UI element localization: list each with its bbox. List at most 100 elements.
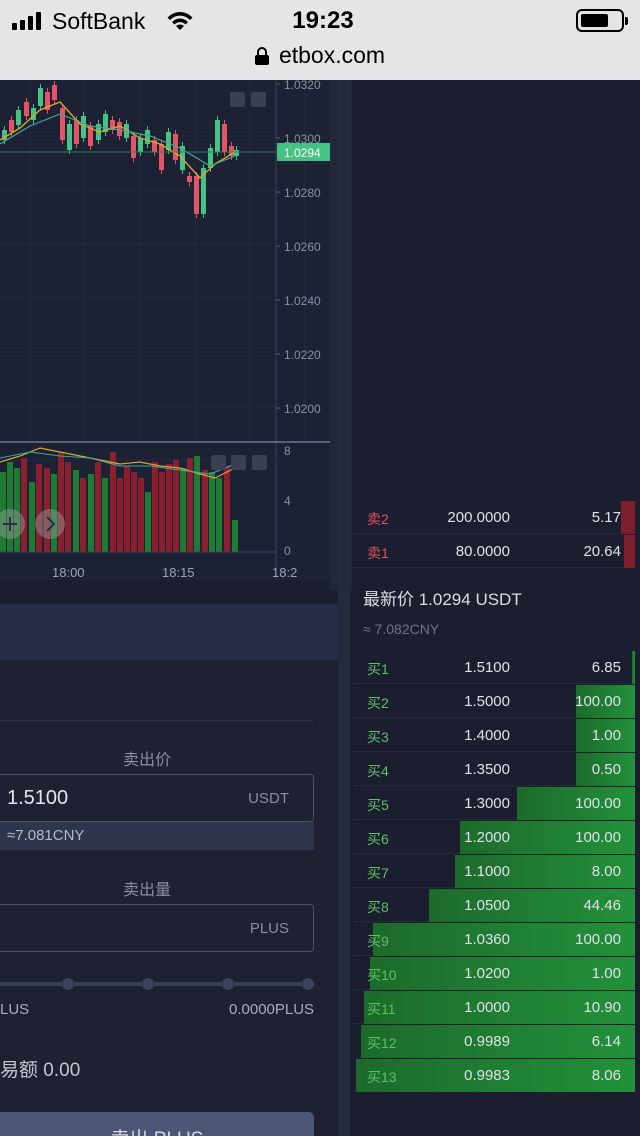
volume-bar bbox=[224, 466, 230, 552]
sell-amount-input[interactable]: PLUS bbox=[0, 904, 314, 952]
bid-amount: 100.00 bbox=[575, 829, 621, 846]
volume-bar bbox=[166, 464, 172, 552]
battery-icon bbox=[576, 9, 628, 32]
next-button bbox=[35, 509, 65, 539]
sell-price-label: 卖出价 bbox=[123, 752, 172, 769]
form-divider bbox=[0, 720, 314, 721]
volume-bar bbox=[80, 478, 86, 552]
volume-bar bbox=[102, 478, 108, 552]
candle-body bbox=[222, 124, 227, 152]
bid-row[interactable]: 买3 1.4000 1.00 bbox=[353, 719, 635, 752]
available-right: 0.0000PLUS bbox=[229, 1001, 315, 1018]
bid-price: 0.9989 bbox=[464, 1033, 510, 1050]
price-tick-label: 1.0280 bbox=[284, 186, 321, 200]
volume-bar bbox=[232, 520, 238, 552]
candle-body bbox=[187, 176, 192, 182]
ask-amount: 20.64 bbox=[583, 543, 621, 560]
amount-slider[interactable] bbox=[0, 982, 314, 986]
volume-bar bbox=[95, 462, 101, 552]
volume-bar bbox=[138, 478, 144, 552]
candle-body bbox=[131, 136, 136, 158]
bid-row[interactable]: 买1 1.5100 6.85 bbox=[353, 651, 635, 684]
bid-row[interactable]: 买6 1.2000 100.00 bbox=[353, 821, 635, 854]
price-tick-label: 1.0200 bbox=[284, 402, 321, 416]
trade-tab-bar[interactable] bbox=[0, 604, 338, 660]
bid-amount: 0.50 bbox=[591, 761, 621, 778]
candle-body bbox=[60, 108, 65, 140]
volume-bar bbox=[73, 470, 79, 552]
bid-price: 1.0000 bbox=[464, 999, 510, 1016]
bid-price: 1.3500 bbox=[464, 761, 510, 778]
candle-body bbox=[194, 176, 199, 214]
candle-body bbox=[74, 120, 79, 144]
bid-price: 1.4000 bbox=[464, 727, 510, 744]
sell-amount-label: 卖出量 bbox=[123, 882, 172, 899]
bid-row[interactable]: 买11 1.0000 10.90 bbox=[353, 991, 635, 1024]
slider-stop-25[interactable] bbox=[62, 978, 74, 990]
ask-row[interactable]: 卖2 200.0000 5.17 bbox=[353, 501, 635, 534]
bid-amount: 8.06 bbox=[591, 1067, 621, 1084]
price-tick-label: 1.0260 bbox=[284, 240, 321, 254]
volume-tick-label: 0 bbox=[284, 544, 291, 558]
amount-unit: PLUS bbox=[249, 920, 289, 937]
slider-stop-100[interactable] bbox=[302, 978, 314, 990]
bid-row[interactable]: 买12 0.9989 6.14 bbox=[353, 1025, 635, 1058]
kline-chart-panel[interactable]: 1.0320 1.0300 1.0280 1.0260 1.0240 1.0220 1.02… bbox=[0, 78, 330, 580]
volume-bar bbox=[159, 472, 165, 552]
url-text: etbox.com bbox=[278, 42, 386, 68]
indicator-tool-icon bbox=[211, 455, 226, 470]
kline-chart[interactable]: 1.03201.03001.02801.02601.02401.02201.02… bbox=[0, 78, 330, 580]
bid-price: 1.3000 bbox=[464, 795, 510, 812]
candle-body bbox=[16, 110, 21, 125]
bid-row[interactable]: 买9 1.0360 100.00 bbox=[353, 923, 635, 956]
volume-bar bbox=[180, 468, 186, 552]
bid-amount: 8.00 bbox=[591, 863, 621, 880]
ask-row[interactable]: 卖1 80.0000 20.64 bbox=[353, 535, 635, 568]
bid-price: 1.0360 bbox=[464, 931, 510, 948]
bid-price: 1.1000 bbox=[464, 863, 510, 880]
volume-bar bbox=[88, 474, 94, 552]
volume-bar bbox=[131, 472, 137, 552]
last-price: 最新价 1.0294 USDT bbox=[363, 590, 522, 609]
time-tick-label: 18:2 bbox=[272, 565, 297, 580]
candle-body bbox=[24, 102, 29, 116]
candle-body bbox=[117, 122, 122, 136]
bid-price: 1.2000 bbox=[464, 829, 510, 846]
candle-body bbox=[9, 120, 14, 132]
slider-stop-50[interactable] bbox=[142, 978, 154, 990]
bid-row[interactable]: 买10 1.0200 1.00 bbox=[353, 957, 635, 990]
bid-row[interactable]: 买2 1.5000 100.00 bbox=[353, 685, 635, 718]
bid-price: 1.5000 bbox=[464, 693, 510, 710]
bid-amount: 6.85 bbox=[591, 659, 621, 676]
bid-row[interactable]: 买13 0.9983 8.06 bbox=[353, 1059, 635, 1092]
bid-amount: 1.00 bbox=[591, 727, 621, 744]
bid-row[interactable]: 买5 1.3000 100.00 bbox=[353, 787, 635, 820]
ask-depth-bar bbox=[620, 501, 635, 534]
bid-row[interactable]: 买4 1.3500 0.50 bbox=[353, 753, 635, 786]
ask-amount: 5.17 bbox=[591, 509, 621, 526]
available-left: LUS bbox=[0, 1001, 30, 1018]
volume-bar bbox=[29, 482, 35, 552]
volume-bar bbox=[36, 464, 42, 552]
volume-bar bbox=[202, 470, 208, 552]
sell-price-value: 1.5100 bbox=[7, 787, 69, 809]
slider-stop-75[interactable] bbox=[222, 978, 234, 990]
bid-amount: 44.46 bbox=[583, 897, 621, 914]
address-bar[interactable]: etbox.com bbox=[0, 42, 640, 69]
bid-depth-bar bbox=[632, 651, 635, 684]
bid-price: 0.9983 bbox=[464, 1067, 510, 1084]
sell-price-input[interactable]: 1.5100 USDT bbox=[0, 774, 314, 822]
sell-button[interactable]: 卖出 PLUS bbox=[0, 1112, 314, 1136]
candle-body bbox=[81, 116, 86, 138]
volume-bar bbox=[124, 466, 130, 552]
bid-row[interactable]: 买7 1.1000 8.00 bbox=[353, 855, 635, 888]
bid-amount: 100.00 bbox=[575, 931, 621, 948]
chart-tool-icon bbox=[251, 92, 266, 107]
bid-row[interactable]: 买8 1.0500 44.46 bbox=[353, 889, 635, 922]
price-unit: USDT bbox=[248, 790, 289, 807]
candle-body bbox=[159, 144, 164, 170]
last-price-cny: ≈ 7.082CNY bbox=[363, 621, 440, 637]
bid-price: 1.0200 bbox=[464, 965, 510, 982]
status-bar: SoftBank 19:23 etbox.com bbox=[0, 0, 640, 80]
price-tick-label: 1.0240 bbox=[284, 294, 321, 308]
